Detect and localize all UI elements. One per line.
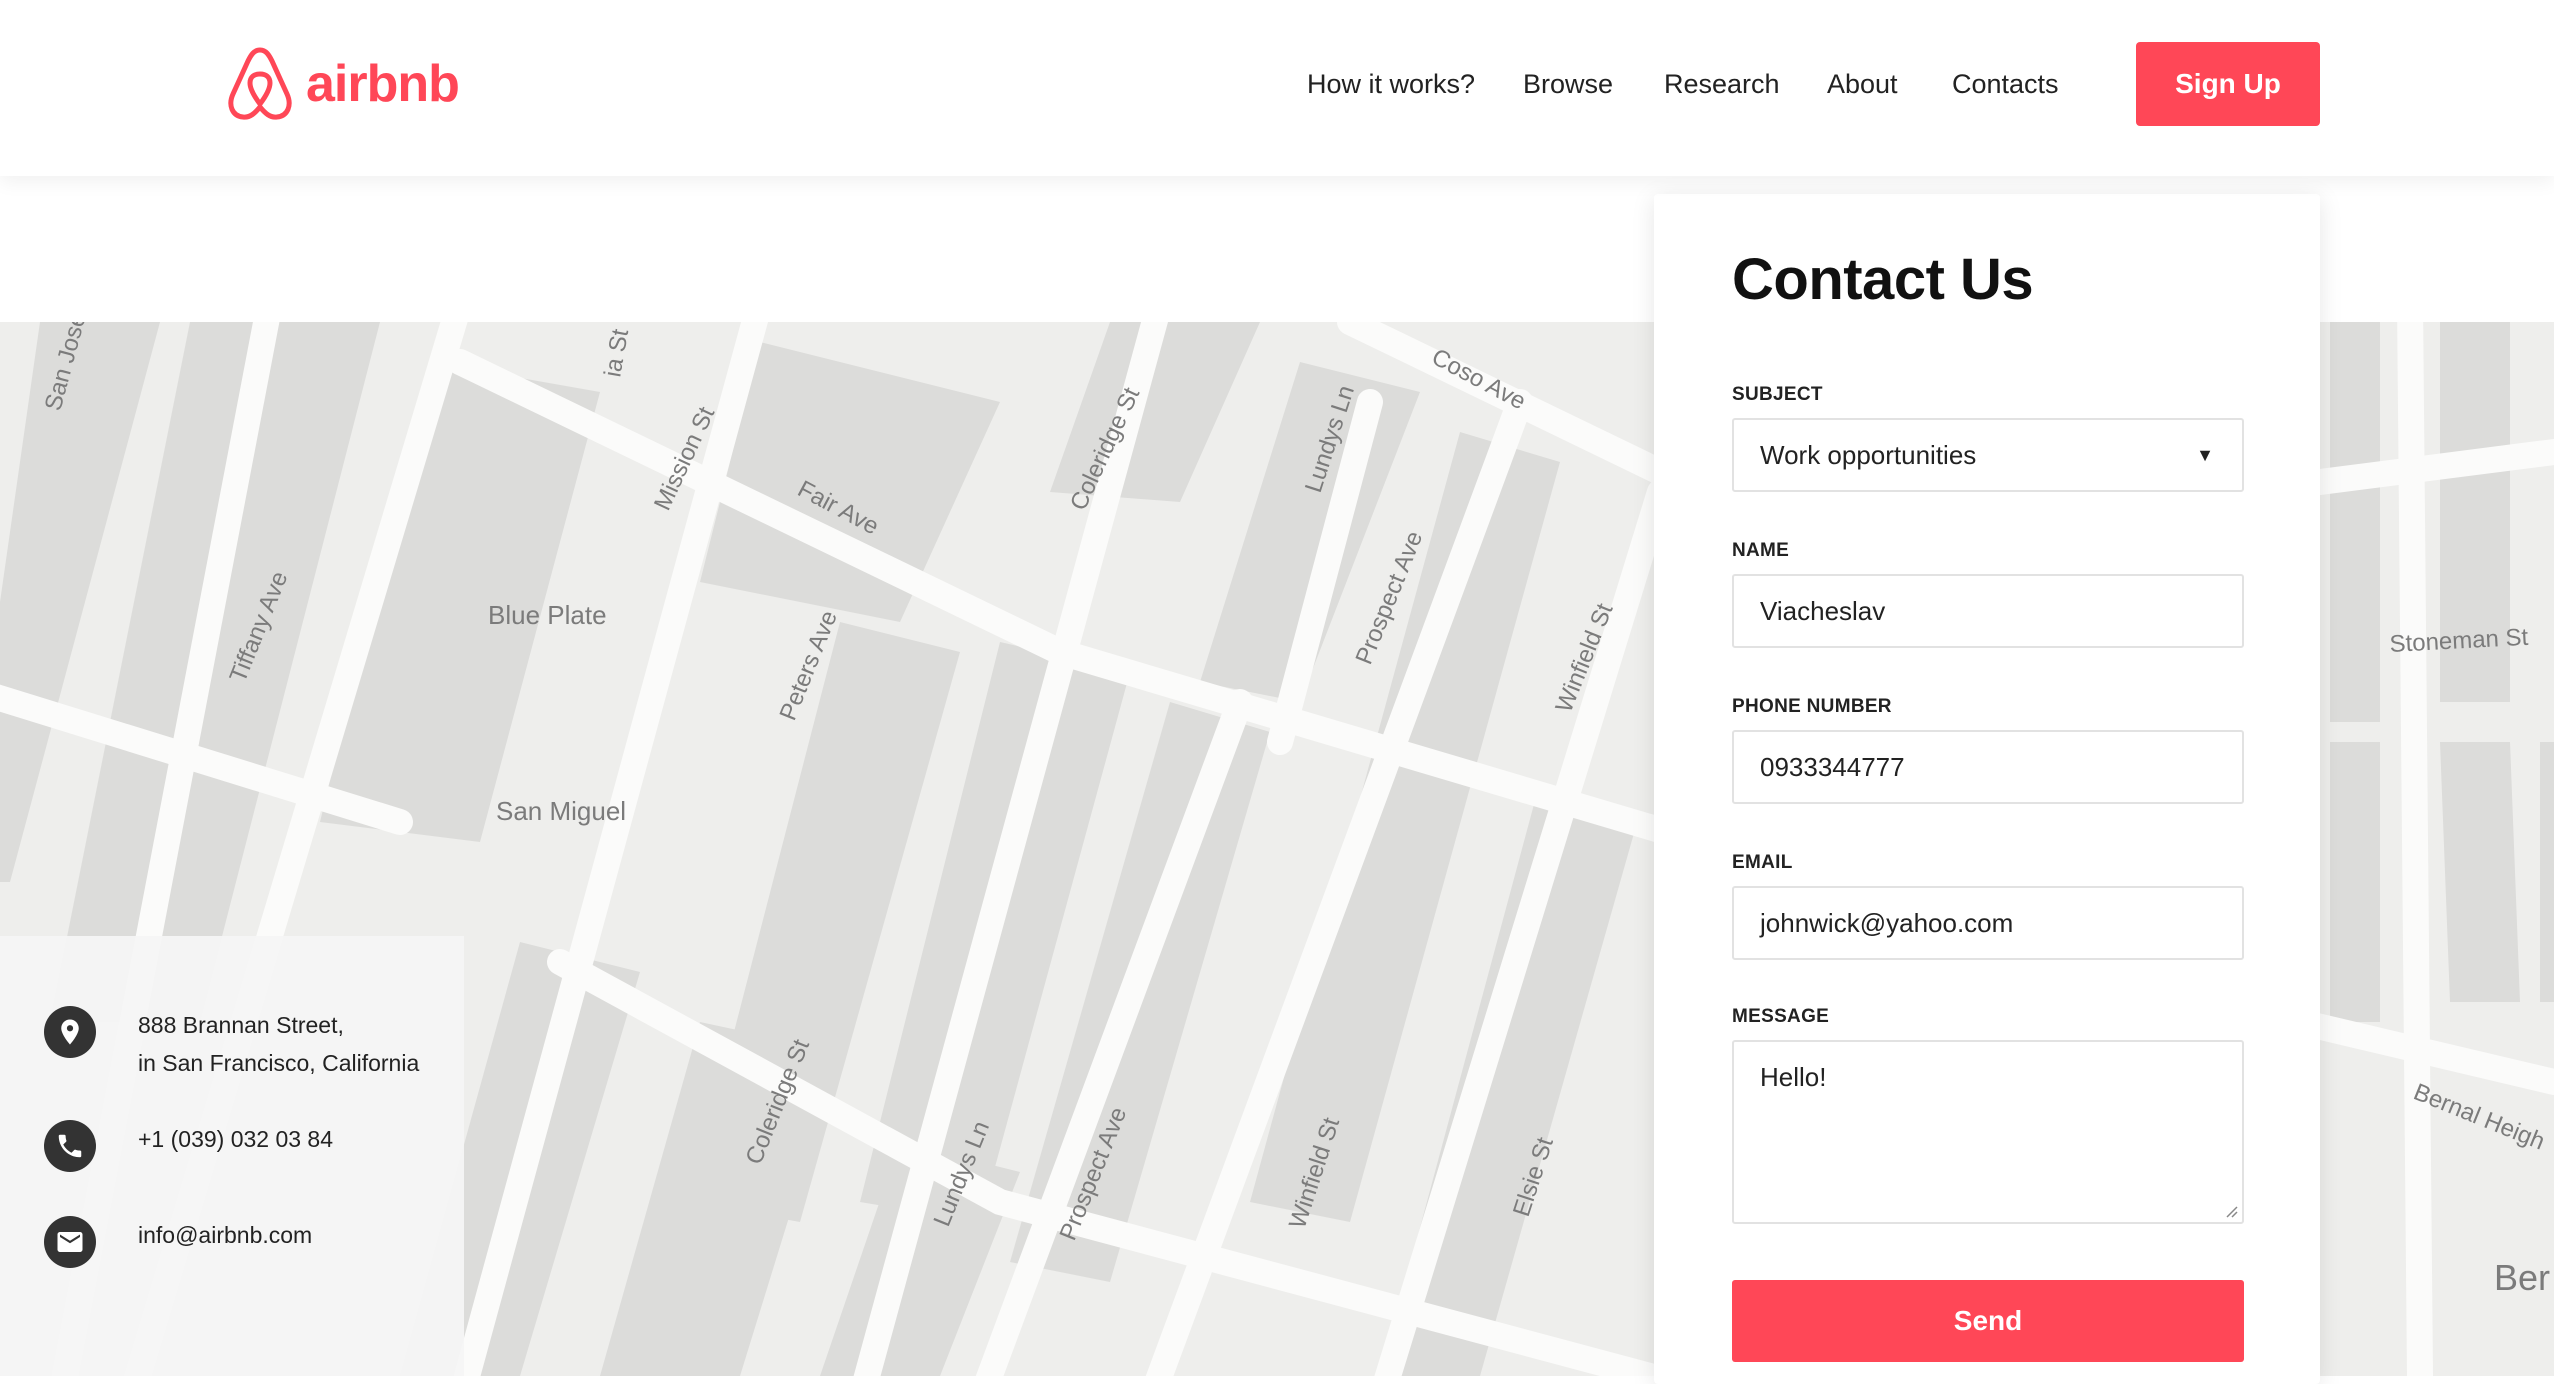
email-label: EMAIL	[1732, 852, 1793, 873]
phone-text[interactable]: +1 (039) 032 03 84	[138, 1120, 333, 1158]
place-label-blue-plate: Blue Plate	[488, 600, 607, 630]
phone-row: +1 (039) 032 03 84	[44, 1120, 333, 1172]
resize-handle-icon[interactable]	[2222, 1202, 2238, 1218]
place-label-ber: Ber	[2494, 1257, 2550, 1298]
address-line-1: 888 Brannan Street,	[138, 1012, 344, 1038]
form-title: Contact Us	[1732, 247, 2034, 312]
location-pin-icon	[44, 1006, 96, 1058]
address-text: 888 Brannan Street, in San Francisco, Ca…	[138, 1006, 419, 1082]
nav-item-how-it-works[interactable]: How it works?	[1307, 64, 1475, 104]
address-row: 888 Brannan Street, in San Francisco, Ca…	[44, 1006, 419, 1082]
contact-form-card: Contact Us SUBJECT Work opportunities ▼ …	[1654, 194, 2320, 1384]
phone-number-field[interactable]: 0933344777	[1732, 730, 2244, 804]
street-label-ia-st: ia St	[599, 327, 634, 379]
phone-number-label: PHONE NUMBER	[1732, 696, 1892, 717]
place-label-san-miguel: San Miguel	[496, 796, 626, 826]
mail-icon	[44, 1216, 96, 1268]
email-row: info@airbnb.com	[44, 1216, 312, 1268]
nav-item-browse[interactable]: Browse	[1523, 64, 1613, 104]
message-value: Hello!	[1760, 1062, 1827, 1092]
address-line-2: in San Francisco, California	[138, 1050, 420, 1076]
chevron-down-icon: ▼	[2196, 445, 2214, 465]
email-text[interactable]: info@airbnb.com	[138, 1216, 312, 1254]
email-field[interactable]: johnwick@yahoo.com	[1732, 886, 2244, 960]
subject-value: Work opportunities	[1760, 440, 1977, 470]
brand-name: airbnb	[306, 55, 460, 113]
airbnb-belo-icon	[228, 47, 292, 120]
sign-up-button[interactable]: Sign Up	[2136, 42, 2320, 126]
message-label: MESSAGE	[1732, 1006, 1830, 1027]
contact-info-panel: 888 Brannan Street, in San Francisco, Ca…	[0, 936, 464, 1376]
message-textarea[interactable]: Hello!	[1732, 1040, 2244, 1224]
nav-item-contacts[interactable]: Contacts	[1952, 64, 2059, 104]
subject-label: SUBJECT	[1732, 384, 1823, 405]
brand-logo[interactable]: airbnb	[224, 44, 460, 124]
send-button[interactable]: Send	[1732, 1280, 2244, 1362]
nav-item-research[interactable]: Research	[1664, 64, 1780, 104]
name-field[interactable]: Viacheslav	[1732, 574, 2244, 648]
phone-icon	[44, 1120, 96, 1172]
subject-select[interactable]: Work opportunities ▼	[1732, 418, 2244, 492]
nav-item-about[interactable]: About	[1827, 64, 1898, 104]
name-label: NAME	[1732, 540, 1790, 561]
site-header: airbnb How it works? Browse Research Abo…	[0, 0, 2554, 176]
